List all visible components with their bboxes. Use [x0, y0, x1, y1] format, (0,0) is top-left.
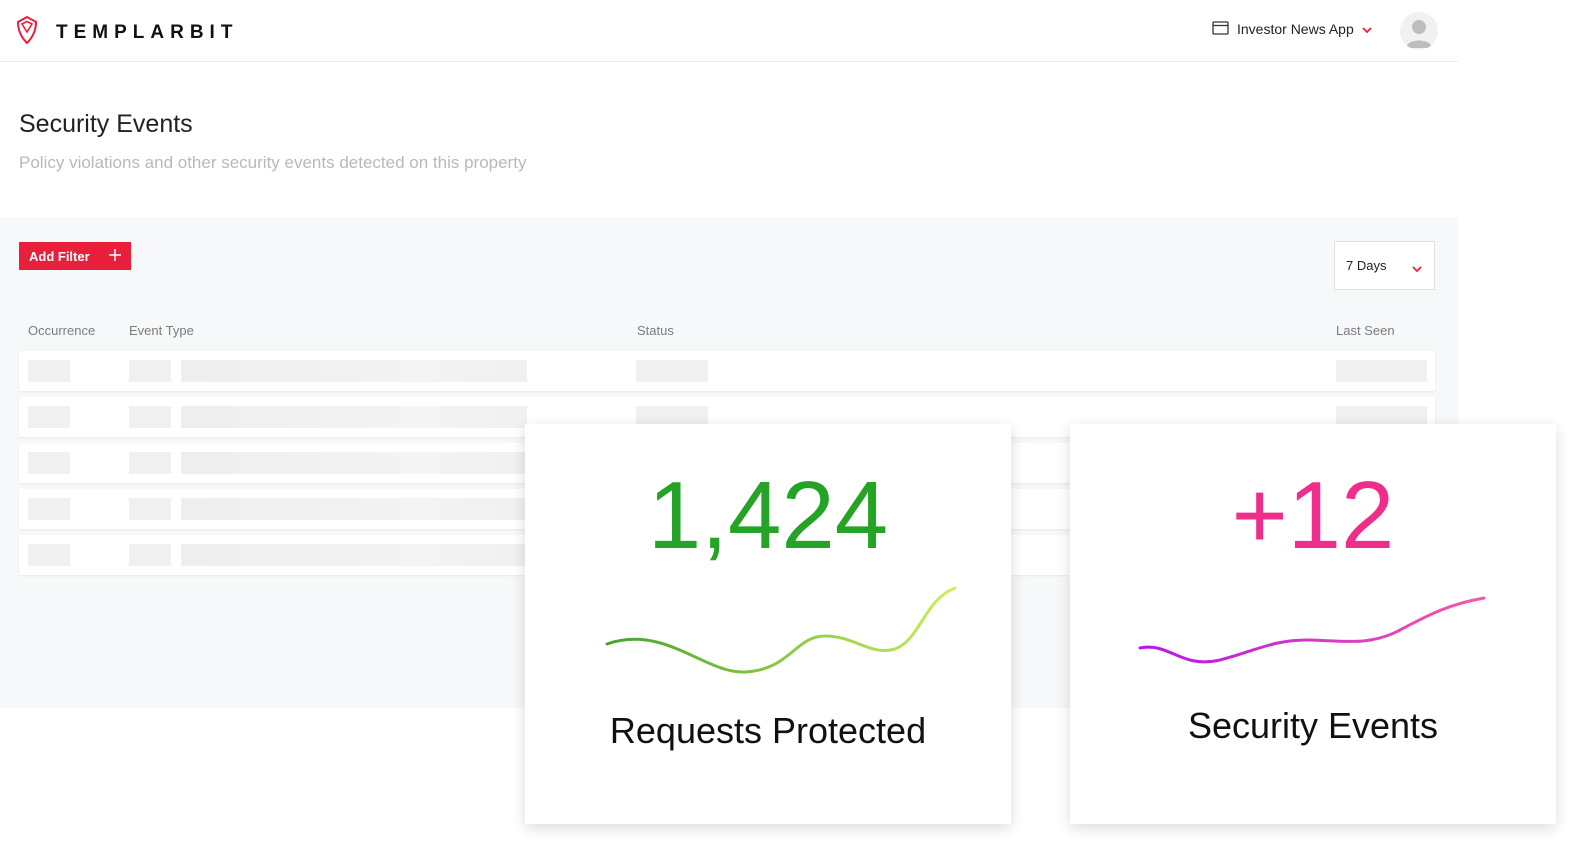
requests-protected-label: Requests Protected [609, 710, 927, 751]
chevron-down-icon [1362, 21, 1372, 37]
time-range-value: 7 Days [1346, 258, 1387, 273]
skeleton-last-seen [1336, 360, 1427, 382]
skeleton-event-icon [129, 360, 171, 382]
time-range-select[interactable]: 7 Days [1334, 241, 1435, 290]
skeleton-event-type [181, 360, 527, 382]
skeleton-event-icon [129, 406, 171, 428]
skeleton-occurrence [28, 360, 70, 382]
table-row[interactable] [19, 351, 1435, 391]
column-header-last-seen[interactable]: Last Seen [1336, 323, 1395, 338]
app-switcher[interactable]: Investor News App [1212, 18, 1372, 40]
shield-logo-icon [16, 15, 38, 49]
skeleton-event-type [181, 452, 527, 474]
security-events-card: +12 Security Events [1070, 424, 1556, 824]
add-filter-label: Add Filter [29, 248, 90, 264]
skeleton-occurrence [28, 544, 70, 566]
skeleton-event-icon [129, 498, 171, 520]
logo-text: TEMPLARBIT [56, 21, 239, 43]
skeleton-occurrence [28, 406, 70, 428]
window-icon [1212, 20, 1229, 38]
user-avatar-icon[interactable] [1400, 12, 1438, 50]
add-filter-button[interactable]: Add Filter [19, 242, 131, 270]
skeleton-event-icon [129, 544, 171, 566]
app-name: Investor News App [1237, 21, 1354, 37]
skeleton-occurrence [28, 498, 70, 520]
security-events-sparkline [1138, 596, 1486, 664]
requests-protected-card: 1,424 Requests Protected [525, 424, 1011, 824]
skeleton-event-type [181, 498, 527, 520]
column-header-status[interactable]: Status [637, 323, 674, 338]
column-header-occurrence[interactable]: Occurrence [28, 323, 95, 338]
skeleton-event-type [181, 544, 527, 566]
column-header-event-type[interactable]: Event Type [129, 323, 194, 338]
requests-sparkline [605, 586, 957, 674]
skeleton-event-icon [129, 452, 171, 474]
page-title: Security Events [19, 110, 193, 138]
plus-icon [108, 248, 122, 265]
skeleton-event-type [181, 406, 527, 428]
top-bar: TEMPLARBIT Investor News App [0, 0, 1458, 62]
skeleton-occurrence [28, 452, 70, 474]
security-events-label: Security Events [1187, 705, 1439, 746]
chevron-down-icon [1412, 261, 1422, 276]
skeleton-status [636, 360, 708, 382]
logo[interactable]: TEMPLARBIT [16, 15, 239, 49]
page-subtitle: Policy violations and other security eve… [19, 153, 527, 172]
